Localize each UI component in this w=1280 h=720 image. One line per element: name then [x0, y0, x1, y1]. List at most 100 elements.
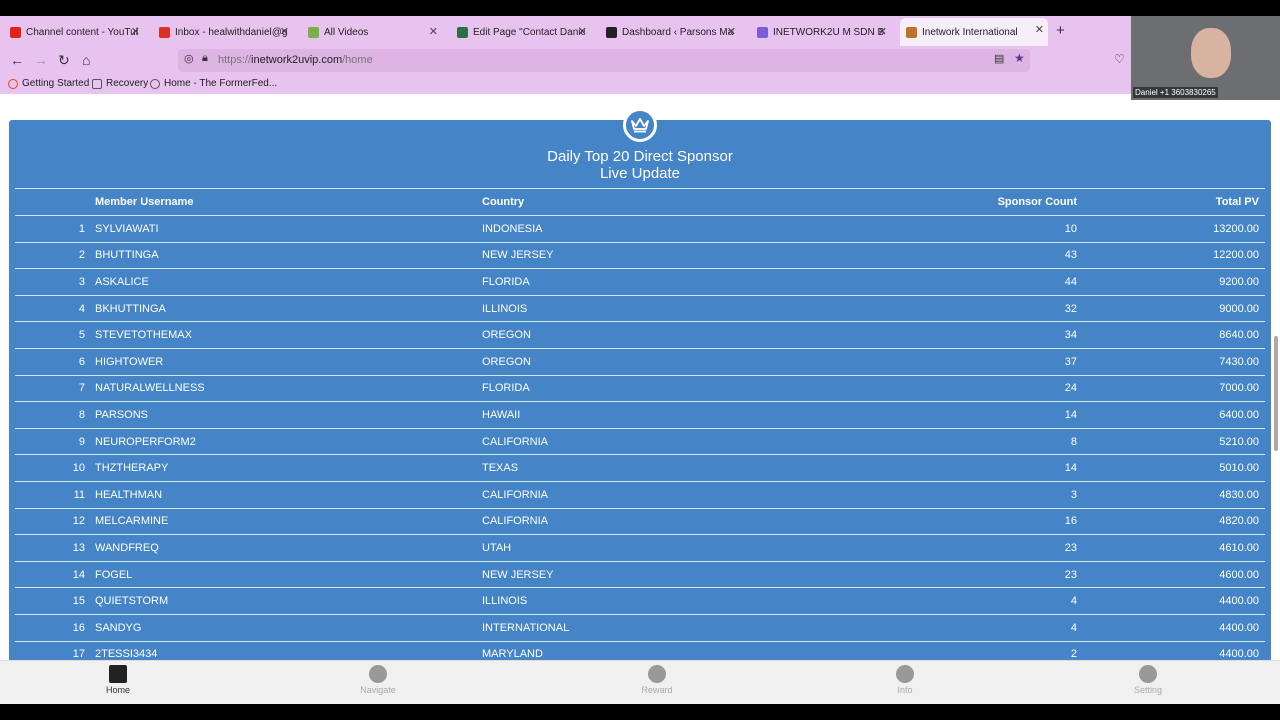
rank-cell: 13 — [15, 534, 95, 562]
table-row: 2 BHUTTINGA NEW JERSEY 43 12200.00 — [15, 242, 1265, 270]
country-cell: ILLINOIS — [482, 587, 782, 615]
megaphone-icon — [896, 665, 914, 683]
table-row: 9 NEUROPERFORM2 CALIFORNIA 8 5210.00 — [15, 428, 1265, 456]
rank-cell: 9 — [15, 428, 95, 456]
tab-close-icon[interactable]: ✕ — [1035, 23, 1044, 36]
tab-title: Channel content - YouTube — [26, 26, 138, 38]
total-pv-cell: 4600.00 — [1077, 561, 1265, 589]
rank-cell: 2 — [15, 242, 95, 270]
tab-favicon-icon — [906, 26, 917, 38]
tab-close-icon[interactable]: ✕ — [131, 25, 140, 38]
bottom-nav-info[interactable]: Info — [865, 665, 945, 695]
country-cell: CALIFORNIA — [482, 481, 782, 509]
sponsor-count-cell: 10 — [782, 215, 1077, 243]
table-row: 17 2TESSI3434 MARYLAND 2 4400.00 — [15, 641, 1265, 660]
table-row: 13 WANDFREQ UTAH 23 4610.00 — [15, 534, 1265, 562]
username-cell: ASKALICE — [95, 268, 482, 296]
bookmark-home-formerfed[interactable]: Home - The FormerFed... — [150, 78, 277, 89]
sponsor-count-cell: 8 — [782, 428, 1077, 456]
total-pv-cell: 5210.00 — [1077, 428, 1265, 456]
rank-cell: 7 — [15, 375, 95, 403]
browser-tab[interactable]: Channel content - YouTube ✕ — [4, 20, 144, 44]
country-cell: CALIFORNIA — [482, 428, 782, 456]
total-pv-cell: 13200.00 — [1077, 215, 1265, 243]
total-pv-cell: 8640.00 — [1077, 321, 1265, 349]
shield-icon[interactable]: ◎ — [184, 52, 194, 65]
sponsor-count-cell: 44 — [782, 268, 1077, 296]
pocket-icon[interactable]: ♡ — [1114, 52, 1125, 66]
tab-close-icon[interactable]: ✕ — [280, 25, 289, 38]
bottom-nav-setting[interactable]: Setting — [1108, 665, 1188, 695]
total-pv-header: Total PV — [1077, 188, 1265, 216]
table-row: 14 FOGEL NEW JERSEY 23 4600.00 — [15, 561, 1265, 589]
bottom-nav-label: Setting — [1133, 685, 1163, 695]
browser-tab[interactable]: INETWORK2U M SDN BHD✕ — [751, 20, 891, 44]
bookmark-getting-started[interactable]: Getting Started — [8, 78, 89, 89]
bookmark-recovery[interactable]: Recovery — [92, 78, 148, 89]
sponsor-count-cell: 3 — [782, 481, 1077, 509]
reader-mode-icon[interactable]: ▤ — [994, 52, 1004, 65]
page-scrollbar[interactable] — [1274, 336, 1278, 451]
country-cell: NEW JERSEY — [482, 242, 782, 270]
rank-cell: 15 — [15, 587, 95, 615]
tab-close-icon[interactable]: ✕ — [727, 25, 736, 38]
tab-close-icon[interactable]: ✕ — [429, 25, 438, 38]
sponsor-count-cell: 37 — [782, 348, 1077, 376]
tab-title: Inbox - healwithdaniel@gmail.com — [175, 26, 287, 38]
video-call-overlay[interactable]: Daniel +1 3603830265 — [1131, 16, 1280, 100]
browser-tab[interactable]: Edit Page "Contact Daniel P✕ — [451, 20, 591, 44]
tab-close-icon[interactable]: ✕ — [578, 25, 587, 38]
participant-video — [1191, 28, 1231, 78]
total-pv-cell: 6400.00 — [1077, 401, 1265, 429]
browser-tab[interactable]: Dashboard ‹ Parsons Marke✕ — [600, 20, 740, 44]
username-cell: QUIETSTORM — [95, 587, 482, 615]
home-button-icon[interactable]: ⌂ — [82, 52, 90, 68]
country-cell: INDONESIA — [482, 215, 782, 243]
tab-title: Edit Page "Contact Daniel P — [473, 26, 585, 38]
bottom-nav-label: Navigate — [360, 685, 396, 695]
table-row: 7 NATURALWELLNESS FLORIDA 24 7000.00 — [15, 375, 1265, 403]
forward-icon[interactable]: → — [34, 52, 48, 68]
sponsor-count-cell: 14 — [782, 454, 1077, 482]
home-icon — [109, 665, 127, 683]
country-cell: INTERNATIONAL — [482, 614, 782, 642]
sponsor-count-header: Sponsor Count — [782, 188, 1077, 216]
panel-title-line1: Daily Top 20 Direct Sponsor — [547, 148, 733, 165]
tab-close-icon[interactable]: ✕ — [878, 25, 887, 38]
reward-icon — [648, 665, 666, 683]
country-cell: ILLINOIS — [482, 295, 782, 323]
country-cell: TEXAS — [482, 454, 782, 482]
total-pv-cell: 9200.00 — [1077, 268, 1265, 296]
sponsor-count-cell: 4 — [782, 614, 1077, 642]
table-row: 5 STEVETOTHEMAX OREGON 34 8640.00 — [15, 321, 1265, 349]
lock-icon[interactable]: 🔒︎ — [202, 52, 208, 65]
top-sponsor-panel: Daily Top 20 Direct Sponsor Live Update … — [9, 108, 1271, 660]
bottom-nav-home[interactable]: Home — [78, 665, 158, 695]
address-bar[interactable]: ◎ 🔒︎ https://inetwork2uvip.com/home ▤ ★ — [178, 49, 1030, 72]
back-icon[interactable]: ← — [10, 52, 24, 68]
sponsor-count-cell: 32 — [782, 295, 1077, 323]
sponsor-count-cell: 23 — [782, 534, 1077, 562]
table-row: 8 PARSONS HAWAII 14 6400.00 — [15, 401, 1265, 429]
tab-title: INETWORK2U M SDN BHD — [773, 26, 885, 38]
country-cell: CALIFORNIA — [482, 508, 782, 536]
tab-favicon-icon — [308, 26, 319, 38]
username-cell: BKHUTTINGA — [95, 295, 482, 323]
participant-label: Daniel +1 3603830265 — [1133, 87, 1218, 98]
bottom-nav-navigate[interactable]: Navigate — [338, 665, 418, 695]
nav-bar: ← → ↻ ⌂ ◎ 🔒︎ https://inetwork2uvip.com/h… — [0, 46, 1280, 76]
sponsor-count-cell: 23 — [782, 561, 1077, 589]
new-tab-button[interactable]: + — [1056, 22, 1065, 39]
browser-tab[interactable]: All Videos ✕ — [302, 20, 442, 44]
total-pv-cell: 4610.00 — [1077, 534, 1265, 562]
table-row: 4 BKHUTTINGA ILLINOIS 32 9000.00 — [15, 295, 1265, 323]
sponsor-count-cell: 24 — [782, 375, 1077, 403]
url-text[interactable]: https://inetwork2uvip.com/home — [218, 54, 373, 66]
bottom-nav-reward[interactable]: Reward — [617, 665, 697, 695]
browser-tab[interactable]: Inetwork International ✕ — [900, 18, 1048, 46]
reload-icon[interactable]: ↻ — [58, 52, 70, 69]
browser-window: + Channel content - YouTube ✕ Inbox - heal… — [0, 16, 1280, 704]
table-row: 12 MELCARMINE CALIFORNIA 16 4820.00 — [15, 508, 1265, 536]
browser-tab[interactable]: Inbox - healwithdaniel@gmail.com✕ — [153, 20, 293, 44]
bookmark-star-icon[interactable]: ★ — [1014, 51, 1025, 65]
